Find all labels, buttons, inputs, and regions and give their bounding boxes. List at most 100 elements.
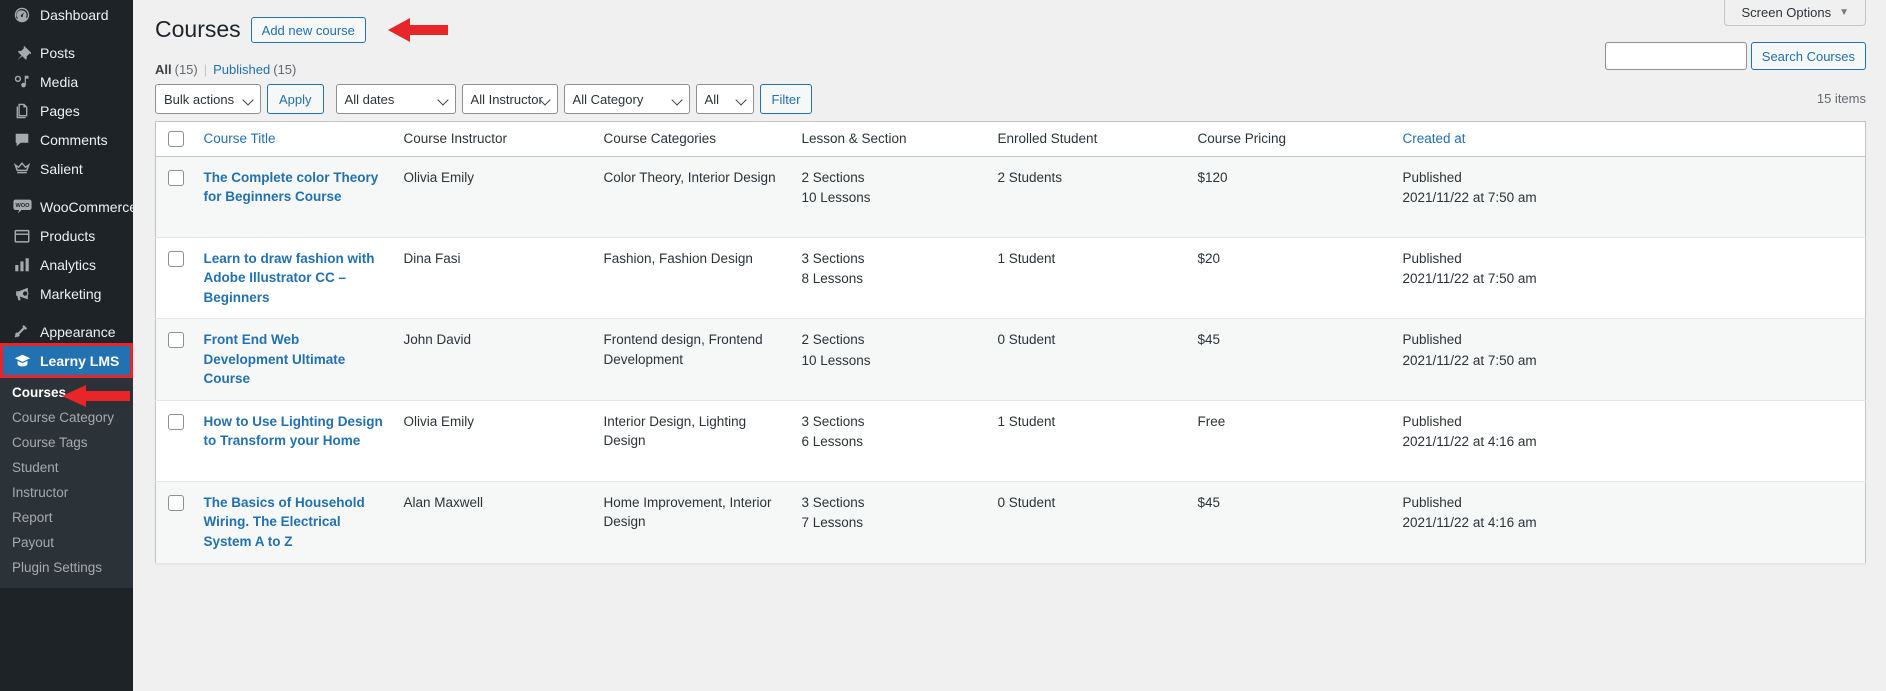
submenu-item-plugin-settings[interactable]: Plugin Settings <box>0 555 133 580</box>
column-header-title[interactable]: Course Title <box>193 121 394 157</box>
sidebar-item-salient[interactable]: Salient <box>0 154 133 183</box>
column-header-course-pricing: Course Pricing <box>1187 121 1393 157</box>
row-select-cell <box>155 237 194 320</box>
sidebar-item-pages[interactable]: Pages <box>0 96 133 125</box>
submenu-item-label: Report <box>12 510 53 525</box>
sidebar-item-label: Comments <box>40 131 108 148</box>
column-header-created-at[interactable]: Created at <box>1392 121 1866 157</box>
enrolled-student: 1 Student <box>997 250 1056 266</box>
submenu-item-course-category[interactable]: Course Category <box>0 405 133 430</box>
courses-table: Course Title Course Instructor Course Ca… <box>155 121 1866 564</box>
sidebar-item-marketing[interactable]: Marketing <box>0 279 133 308</box>
lessons-count: 7 Lessons <box>801 515 864 531</box>
created-at-cell: Published 2021/11/22 at 7:50 am <box>1392 156 1866 238</box>
lessons-count: 6 Lessons <box>801 434 864 450</box>
submenu-item-courses[interactable]: Courses <box>0 380 133 407</box>
sidebar-item-posts[interactable]: Posts <box>0 38 133 67</box>
main-content: Screen Options ▼ Courses Add new course … <box>133 0 1886 691</box>
view-published[interactable]: Published (15) <box>213 62 296 77</box>
submenu-item-instructor[interactable]: Instructor <box>0 480 133 505</box>
admin-screen: Dashboard Posts Media Pages Comments Salient W… <box>0 0 1886 691</box>
search-input[interactable] <box>1604 42 1747 70</box>
bulk-actions-select[interactable]: Bulk actions <box>155 84 261 114</box>
row-checkbox[interactable] <box>168 494 184 511</box>
displaying-num: 15 items <box>1816 91 1866 106</box>
course-instructor: John David <box>403 332 472 348</box>
lessons-count: 8 Lessons <box>801 271 864 287</box>
column-header-instructor: Course Instructor <box>393 121 594 157</box>
sidebar-item-woocommerce[interactable]: WOO WooCommerce <box>0 192 133 221</box>
enrolled-student-cell: 1 Student <box>987 237 1188 320</box>
sidebar-item-dashboard[interactable]: Dashboard <box>0 0 133 29</box>
sidebar-item-label: Pages <box>40 102 80 119</box>
all-category-select[interactable]: All Category <box>563 84 690 114</box>
woocommerce-icon: WOO <box>12 197 32 217</box>
sections-count: 2 Sections <box>801 169 865 185</box>
column-header-lesson-section: Lesson & Section <box>791 121 988 157</box>
table-row: Learn to draw fashion with Adobe Illustr… <box>155 237 1866 320</box>
all-category-select-wrap: All Category <box>563 84 690 114</box>
sidebar-item-media[interactable]: Media <box>0 67 133 96</box>
course-title-link[interactable]: The Basics of Household Wiring. The Elec… <box>204 493 384 552</box>
pages-icon <box>12 101 32 121</box>
row-checkbox[interactable] <box>168 250 184 267</box>
sidebar-item-label: Appearance <box>40 323 116 340</box>
submenu-item-student[interactable]: Student <box>0 455 133 480</box>
all-dates-select-wrap: All dates <box>335 84 456 114</box>
submenu-item-course-tags[interactable]: Course Tags <box>0 430 133 455</box>
search-courses-button[interactable]: Search Courses <box>1750 42 1866 70</box>
sidebar-item-appearance[interactable]: Appearance <box>0 317 133 346</box>
all-select-wrap: All <box>695 84 754 114</box>
filter-button[interactable]: Filter <box>759 84 813 114</box>
row-select-cell <box>155 318 194 401</box>
select-all-checkbox[interactable] <box>168 130 184 147</box>
view-all[interactable]: All (15) <box>155 62 198 77</box>
sidebar-item-label: Media <box>40 73 79 90</box>
appearance-icon <box>12 322 32 342</box>
view-all-count: (15) <box>174 61 198 77</box>
submenu-item-payout[interactable]: Payout <box>0 530 133 555</box>
sidebar-item-label: Learny LMS <box>40 352 120 369</box>
course-pricing-cell: $20 <box>1187 237 1393 320</box>
submenu-item-report[interactable]: Report <box>0 505 133 530</box>
apply-button[interactable]: Apply <box>267 84 324 114</box>
created-date: 2021/11/22 at 4:16 am <box>1402 434 1537 450</box>
sidebar-item-label: Salient <box>40 160 83 177</box>
learny-lms-submenu: Courses Course Category Course Tags Student… <box>0 375 133 588</box>
course-title-link[interactable]: How to Use Lighting Design to Transform … <box>204 412 384 451</box>
sidebar-item-products[interactable]: Products <box>0 221 133 250</box>
course-title-link-cell: The Complete color Theory for Beginners … <box>193 156 394 238</box>
sidebar-item-comments[interactable]: Comments <box>0 125 133 154</box>
course-title-link-cell: The Basics of Household Wiring. The Elec… <box>193 481 394 564</box>
sidebar-item-label: Posts <box>40 44 76 61</box>
submenu-item-label: Payout <box>12 535 55 550</box>
course-instructor-cell: Dina Fasi <box>393 237 594 320</box>
enrolled-student-cell: 2 Students <box>987 156 1188 238</box>
view-published-count: (15) <box>273 61 297 77</box>
course-pricing: $45 <box>1197 494 1221 510</box>
all-instructor-select[interactable]: All Instructor <box>461 84 558 114</box>
submenu-item-label: Courses <box>12 385 67 400</box>
menu-separator <box>0 308 133 317</box>
column-header-categories: Course Categories <box>593 121 792 157</box>
course-title-link[interactable]: Front End Web Development Ultimate Cours… <box>204 330 384 389</box>
course-title-link[interactable]: Learn to draw fashion with Adobe Illustr… <box>204 249 384 308</box>
sidebar-item-analytics[interactable]: Analytics <box>0 250 133 279</box>
screen-options-button[interactable]: Screen Options ▼ <box>1724 0 1866 26</box>
course-title-link-cell: How to Use Lighting Design to Transform … <box>193 400 394 482</box>
row-checkbox[interactable] <box>168 169 184 186</box>
add-new-course-button[interactable]: Add new course <box>250 17 366 43</box>
all-dates-select[interactable]: All dates <box>335 84 456 114</box>
sidebar-item-learny-lms[interactable]: Learny LMS <box>0 346 133 375</box>
course-title-link[interactable]: The Complete color Theory for Beginners … <box>204 168 384 207</box>
table-row: How to Use Lighting Design to Transform … <box>155 400 1866 482</box>
left-arrow-icon <box>387 18 448 42</box>
row-checkbox[interactable] <box>168 413 184 430</box>
screen-meta-links: Screen Options ▼ <box>1724 0 1866 26</box>
all-instructor-select-wrap: All Instructor <box>461 84 558 114</box>
course-pricing: Free <box>1197 413 1226 429</box>
menu-separator <box>0 183 133 192</box>
row-checkbox[interactable] <box>168 332 184 349</box>
created-date: 2021/11/22 at 7:50 am <box>1402 352 1537 368</box>
all-select[interactable]: All <box>695 84 754 114</box>
